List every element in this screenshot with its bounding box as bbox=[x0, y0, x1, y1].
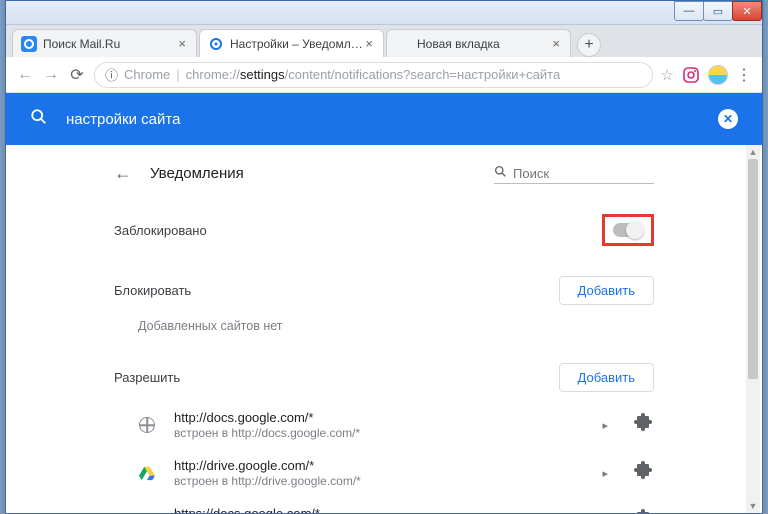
scroll-down-arrow-icon[interactable]: ▼ bbox=[746, 499, 760, 513]
vertical-scrollbar[interactable]: ▲ ▼ bbox=[746, 145, 760, 513]
globe-icon bbox=[138, 416, 156, 434]
close-icon: ✕ bbox=[742, 5, 751, 18]
site-url: http://docs.google.com/* bbox=[174, 410, 602, 425]
url-path-dark: settings bbox=[240, 67, 285, 82]
tab-strip: Поиск Mail.Ru × Настройки – Уведомления … bbox=[6, 25, 762, 57]
search-icon bbox=[494, 165, 507, 181]
panel-search-input[interactable] bbox=[513, 166, 654, 181]
extension-icon[interactable] bbox=[632, 509, 654, 514]
window-close-button[interactable]: ✕ bbox=[732, 1, 762, 21]
maximize-icon: ▭ bbox=[713, 5, 723, 18]
forward-button[interactable]: → bbox=[42, 66, 60, 84]
drive-icon bbox=[138, 464, 156, 482]
window-minimize-button[interactable]: — bbox=[674, 1, 704, 21]
site-url: https://docs.google.com/* bbox=[174, 506, 602, 513]
settings-search-banner: настройки сайта ✕ bbox=[6, 93, 762, 145]
bookmark-star-icon[interactable]: ☆ bbox=[661, 66, 674, 84]
globe-icon bbox=[138, 512, 156, 513]
add-block-button[interactable]: Добавить bbox=[559, 276, 654, 305]
site-url: http://drive.google.com/* bbox=[174, 458, 602, 473]
url-path-rest: /content/notifications?search=настройки+… bbox=[285, 67, 561, 82]
minimize-icon: — bbox=[684, 5, 695, 17]
window-titlebar: — ▭ ✕ bbox=[6, 1, 762, 25]
url-host: chrome:// bbox=[186, 67, 240, 82]
page-title: Уведомления bbox=[150, 165, 494, 182]
panel-search[interactable] bbox=[494, 163, 654, 184]
allow-list: http://docs.google.com/* встроен в http:… bbox=[114, 400, 654, 513]
browser-tab[interactable]: Настройки – Уведомления × bbox=[199, 29, 384, 57]
address-bar[interactable]: ⓘ Chrome | chrome://settings/content/not… bbox=[94, 62, 653, 88]
notifications-panel: ← Уведомления Заблокировано bbox=[114, 145, 654, 513]
content-area: ← Уведомления Заблокировано bbox=[6, 145, 762, 513]
site-info-icon[interactable]: ⓘ bbox=[105, 65, 118, 84]
back-button[interactable]: ← bbox=[16, 66, 34, 84]
site-row: http://docs.google.com/* встроен в http:… bbox=[114, 400, 654, 448]
tab-title: Поиск Mail.Ru bbox=[43, 37, 176, 51]
url-scheme-label: Chrome bbox=[124, 67, 170, 82]
extension-icon[interactable] bbox=[632, 413, 654, 438]
tab-close-icon[interactable]: × bbox=[363, 36, 375, 51]
site-row: https://docs.google.com/* встроен в http… bbox=[114, 496, 654, 513]
blank-icon bbox=[395, 36, 411, 52]
details-arrow-icon[interactable]: ▸ bbox=[602, 467, 608, 480]
site-row: http://drive.google.com/* встроен в http… bbox=[114, 448, 654, 496]
new-tab-button[interactable]: + bbox=[577, 33, 601, 57]
scrollbar-thumb[interactable] bbox=[748, 159, 758, 379]
instagram-extension-icon[interactable] bbox=[682, 66, 700, 84]
settings-back-button[interactable]: ← bbox=[114, 163, 132, 184]
site-embed: встроен в http://docs.google.com/* bbox=[174, 426, 602, 440]
details-arrow-icon[interactable]: ▸ bbox=[602, 419, 608, 432]
tab-title: Новая вкладка bbox=[417, 37, 550, 51]
site-embed: встроен в http://drive.google.com/* bbox=[174, 474, 602, 488]
tab-title: Настройки – Уведомления bbox=[230, 37, 363, 51]
browser-tab[interactable]: Поиск Mail.Ru × bbox=[12, 29, 197, 57]
menu-icon[interactable]: ⋮ bbox=[736, 65, 752, 85]
tab-close-icon[interactable]: × bbox=[176, 36, 188, 51]
block-section-label: Блокировать bbox=[114, 283, 559, 298]
extension-icon[interactable] bbox=[632, 461, 654, 486]
highlight-box bbox=[602, 214, 654, 246]
reload-button[interactable]: ⟳ bbox=[68, 65, 86, 85]
browser-toolbar: ← → ⟳ ⓘ Chrome | chrome://settings/conte… bbox=[6, 57, 762, 93]
blocked-toggle-label: Заблокировано bbox=[114, 223, 602, 238]
notifications-toggle[interactable] bbox=[613, 223, 643, 237]
window-maximize-button[interactable]: ▭ bbox=[703, 1, 733, 21]
settings-search-query[interactable]: настройки сайта bbox=[66, 111, 718, 128]
gear-icon bbox=[208, 36, 224, 52]
clear-search-button[interactable]: ✕ bbox=[718, 109, 738, 129]
browser-window: — ▭ ✕ Поиск Mail.Ru × Настройки – Уведом… bbox=[5, 0, 763, 514]
browser-tab[interactable]: Новая вкладка × bbox=[386, 29, 571, 57]
search-icon bbox=[30, 108, 48, 131]
tab-close-icon[interactable]: × bbox=[550, 36, 562, 51]
add-allow-button[interactable]: Добавить bbox=[559, 363, 654, 392]
scroll-up-arrow-icon[interactable]: ▲ bbox=[746, 145, 760, 159]
mailru-icon bbox=[21, 36, 37, 52]
block-empty-text: Добавленных сайтов нет bbox=[114, 305, 654, 333]
allow-section-label: Разрешить bbox=[114, 370, 559, 385]
profile-avatar[interactable] bbox=[708, 65, 728, 85]
